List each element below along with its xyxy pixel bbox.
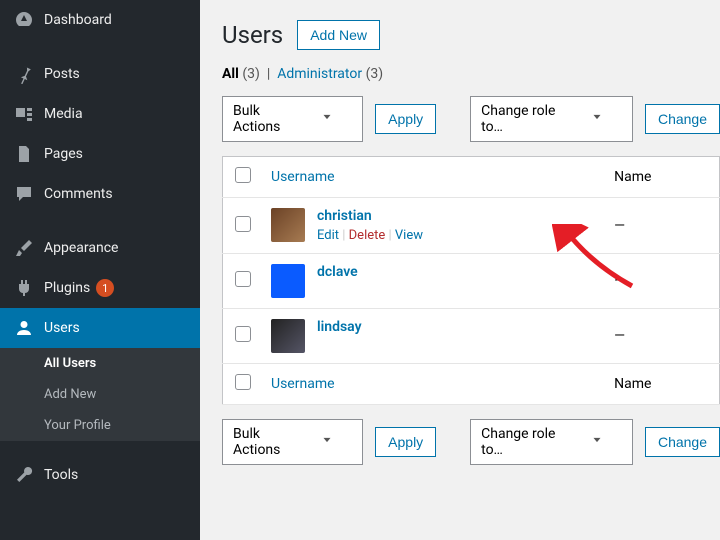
row-checkbox[interactable]: [235, 216, 251, 232]
username-link[interactable]: dclave: [317, 264, 358, 280]
sidebar-item-label: Users: [44, 320, 80, 336]
column-name-bottom: Name: [604, 364, 719, 405]
comment-icon: [14, 184, 34, 204]
chevron-down-icon: [320, 433, 334, 451]
sidebar-item-label: Plugins: [44, 280, 90, 296]
bulk-actions-select[interactable]: Bulk Actions: [222, 96, 363, 142]
table-row: christian Edit | Delete | View —: [223, 198, 720, 254]
media-icon: [14, 104, 34, 124]
filter-all[interactable]: All: [222, 66, 239, 82]
row-checkbox[interactable]: [235, 271, 251, 287]
filter-administrator[interactable]: Administrator: [277, 66, 362, 82]
avatar: [271, 264, 305, 298]
change-button[interactable]: Change: [645, 104, 720, 134]
sidebar-item-label: Media: [44, 106, 83, 122]
brush-icon: [14, 238, 34, 258]
sidebar-item-comments[interactable]: Comments: [0, 174, 200, 214]
sidebar-item-label: Dashboard: [44, 12, 112, 28]
users-table: Username Name christian Edit | Delete | V…: [222, 156, 720, 405]
filter-links: All (3) | Administrator (3): [222, 66, 720, 82]
chevron-down-icon: [590, 110, 604, 128]
sidebar-item-posts[interactable]: Posts: [0, 54, 200, 94]
admin-sidebar: Dashboard Posts Media Pages Comments App…: [0, 0, 200, 540]
table-row: dclave —: [223, 254, 720, 309]
sidebar-item-label: Comments: [44, 186, 113, 202]
page-icon: [14, 144, 34, 164]
user-icon: [14, 318, 34, 338]
filter-admin-count: (3): [366, 66, 384, 82]
row-checkbox[interactable]: [235, 326, 251, 342]
users-submenu: All Users Add New Your Profile: [0, 348, 200, 441]
column-username-bottom[interactable]: Username: [271, 376, 335, 392]
plug-icon: [14, 278, 34, 298]
sidebar-item-plugins[interactable]: Plugins 1: [0, 268, 200, 308]
bulk-actions-select-bottom[interactable]: Bulk Actions: [222, 419, 363, 465]
gauge-icon: [14, 10, 34, 30]
filter-all-count: (3): [242, 66, 260, 82]
sidebar-item-label: Appearance: [44, 240, 118, 256]
avatar: [271, 208, 305, 242]
sidebar-item-tools[interactable]: Tools: [0, 455, 200, 495]
view-link[interactable]: View: [395, 228, 423, 243]
change-role-select[interactable]: Change role to…: [470, 96, 633, 142]
sidebar-item-media[interactable]: Media: [0, 94, 200, 134]
wrench-icon: [14, 465, 34, 485]
username-link[interactable]: lindsay: [317, 319, 362, 335]
chevron-down-icon: [320, 110, 334, 128]
avatar: [271, 319, 305, 353]
plugins-update-badge: 1: [96, 279, 114, 297]
sidebar-item-dashboard[interactable]: Dashboard: [0, 0, 200, 40]
select-all-checkbox[interactable]: [235, 167, 251, 183]
column-name: Name: [604, 157, 719, 198]
username-link[interactable]: christian: [317, 208, 372, 224]
pin-icon: [14, 64, 34, 84]
main-content: Users Add New All (3) | Administrator (3…: [200, 0, 720, 540]
sidebar-item-label: Pages: [44, 146, 83, 162]
name-cell: —: [604, 198, 719, 254]
delete-link[interactable]: Delete: [349, 228, 386, 243]
edit-link[interactable]: Edit: [317, 228, 339, 243]
table-row: lindsay —: [223, 309, 720, 364]
submenu-add-new[interactable]: Add New: [0, 379, 200, 410]
sidebar-item-appearance[interactable]: Appearance: [0, 228, 200, 268]
apply-button-bottom[interactable]: Apply: [375, 427, 436, 457]
sidebar-item-users[interactable]: Users: [0, 308, 200, 348]
sidebar-item-label: Posts: [44, 66, 80, 82]
page-title: Users: [222, 21, 283, 49]
name-cell: —: [604, 254, 719, 309]
chevron-down-icon: [590, 433, 604, 451]
row-actions: Edit | Delete | View: [317, 228, 423, 243]
column-username[interactable]: Username: [271, 169, 335, 185]
change-button-bottom[interactable]: Change: [645, 427, 720, 457]
change-role-select-bottom[interactable]: Change role to…: [470, 419, 633, 465]
apply-button[interactable]: Apply: [375, 104, 436, 134]
submenu-all-users[interactable]: All Users: [0, 348, 200, 379]
name-cell: —: [604, 309, 719, 364]
add-new-button[interactable]: Add New: [297, 20, 380, 50]
submenu-your-profile[interactable]: Your Profile: [0, 410, 200, 441]
sidebar-item-label: Tools: [44, 467, 78, 483]
select-all-checkbox-bottom[interactable]: [235, 374, 251, 390]
sidebar-item-pages[interactable]: Pages: [0, 134, 200, 174]
